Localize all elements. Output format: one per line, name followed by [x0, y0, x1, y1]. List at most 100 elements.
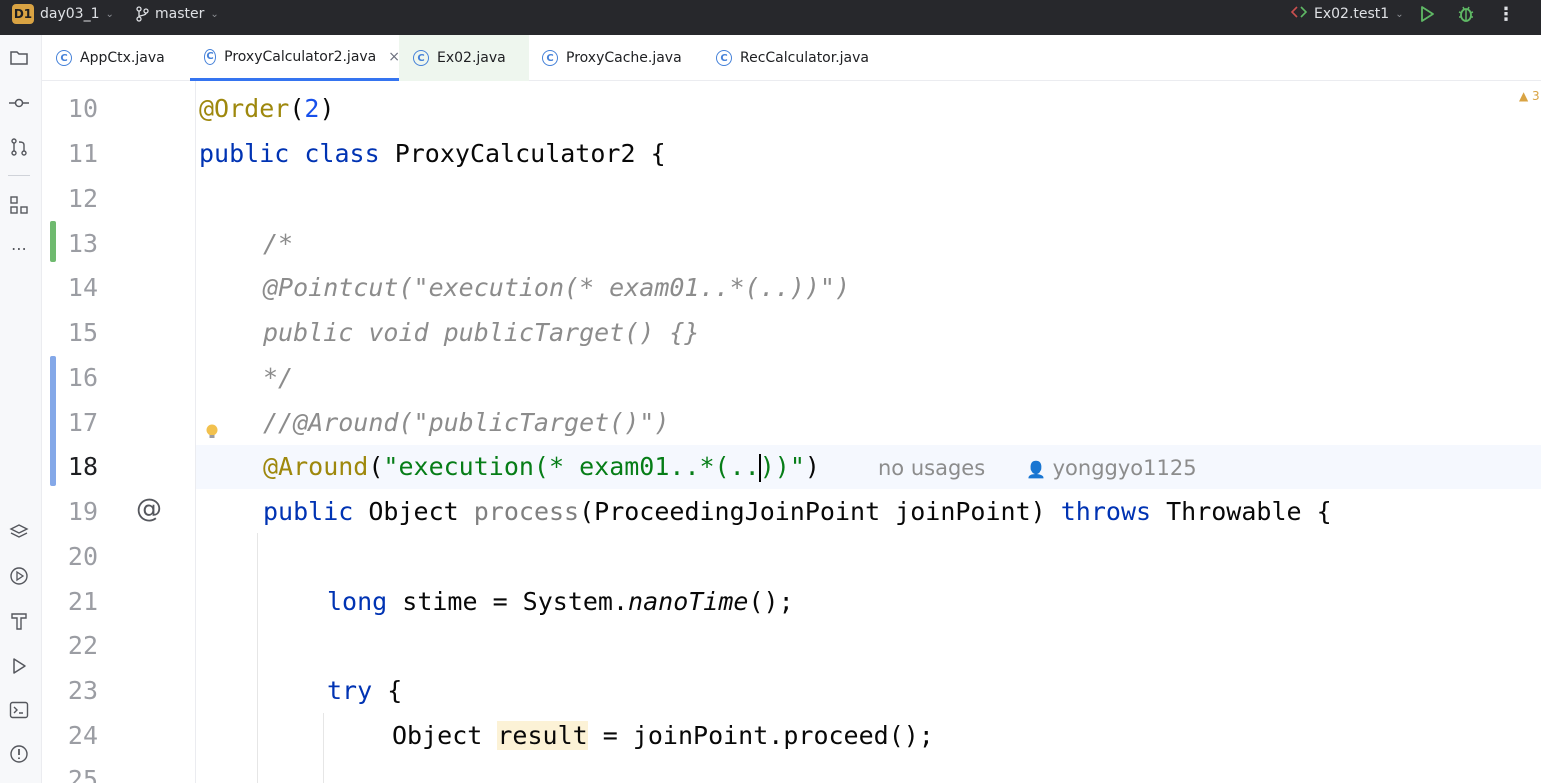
branch-selector[interactable]: master ⌄ — [135, 0, 219, 28]
class-icon: C — [542, 50, 558, 66]
user-icon: 👤 — [1026, 460, 1046, 479]
highlighted-variable: result — [497, 721, 588, 750]
line-number[interactable]: 16 — [42, 363, 98, 392]
pull-requests-icon[interactable] — [8, 136, 30, 158]
line-number[interactable]: 15 — [42, 318, 98, 347]
line-number[interactable]: 25 — [42, 765, 98, 783]
folder-icon[interactable] — [8, 47, 30, 69]
line-number[interactable]: 10 — [42, 94, 98, 123]
paren: ) — [804, 452, 820, 481]
more-vertical-icon[interactable]: ⋮ — [1497, 0, 1515, 28]
statement: = joinPoint.proceed(); — [587, 721, 934, 750]
build-icon[interactable] — [8, 610, 30, 632]
code-line-21: long stime = System.nanoTime(); — [327, 587, 794, 616]
paren: ( — [289, 94, 305, 123]
line-number[interactable]: 17 — [42, 408, 98, 437]
tab-appctx[interactable]: C AppCtx.java — [56, 35, 165, 81]
code-line-19: public Object process(ProceedingJoinPoin… — [263, 497, 1332, 526]
debug-icon[interactable] — [1456, 0, 1476, 28]
tab-label: RecCalculator.java — [740, 50, 870, 66]
annotation: @Order — [199, 94, 290, 123]
code-line-16: */ — [263, 363, 294, 392]
run-config-selector[interactable]: Ex02.test1 ⌄ — [1290, 0, 1404, 28]
line-number[interactable]: 23 — [42, 676, 98, 705]
problems-icon[interactable] — [8, 743, 30, 765]
tab-label: ProxyCache.java — [566, 50, 682, 66]
line-number-current[interactable]: 18 — [42, 452, 98, 481]
line-number[interactable]: 14 — [42, 273, 98, 302]
chevron-down-icon: ⌄ — [210, 8, 219, 20]
branch-icon — [135, 6, 149, 22]
type: Object — [392, 721, 498, 750]
tab-label: ProxyCalculator2.java — [224, 48, 377, 65]
keyword: class — [304, 139, 380, 168]
code-editor[interactable]: ▲ 3 10 11 12 13 14 15 16 17 18 19 20 21 … — [42, 81, 1541, 783]
run-config-icon — [1290, 5, 1308, 23]
gutter-divider — [195, 81, 196, 783]
editor-tab-bar: C AppCtx.java C ProxyCalculator2.java × … — [42, 35, 1541, 81]
annotation: @Around — [263, 452, 369, 481]
terminal-icon[interactable] — [8, 699, 30, 721]
code-line-10: @Order(2) — [199, 94, 335, 123]
structure-icon[interactable] — [8, 194, 30, 216]
line-number[interactable]: 24 — [42, 721, 98, 750]
warning-indicator[interactable]: ▲ 3 — [1519, 89, 1540, 103]
chevron-down-icon: ⌄ — [1395, 8, 1404, 20]
project-name: day03_1 — [40, 6, 100, 22]
tab-reccalculator[interactable]: C RecCalculator.java — [716, 35, 869, 81]
line-number[interactable]: 12 — [42, 184, 98, 213]
string-literal: ))" — [759, 452, 805, 481]
layers-icon[interactable] — [8, 521, 30, 543]
keyword: long — [327, 587, 388, 616]
aspect-advice-icon[interactable]: @ — [136, 494, 162, 524]
code-line-17: //@Around("publicTarget()") — [263, 408, 670, 437]
warning-count: 3 — [1532, 89, 1540, 103]
run-icon[interactable] — [8, 655, 30, 677]
lightbulb-icon[interactable] — [205, 418, 219, 438]
author-name: yonggyo1125 — [1052, 456, 1197, 480]
line-number[interactable]: 20 — [42, 542, 98, 571]
branch-name: master — [155, 6, 205, 22]
services-icon[interactable] — [8, 565, 30, 587]
parameters: (ProceedingJoinPoint joinPoint) — [579, 497, 1061, 526]
number: 2 — [304, 94, 320, 123]
indent-guide — [323, 713, 324, 783]
project-selector[interactable]: D1 day03_1 ⌄ — [12, 0, 114, 28]
title-bar: D1 day03_1 ⌄ master ⌄ Ex02.test1 ⌄ ⋮ — [0, 0, 1541, 35]
line-number[interactable]: 13 — [42, 229, 98, 258]
line-number[interactable]: 19 — [42, 497, 98, 526]
statement: (); — [748, 587, 794, 616]
line-number[interactable]: 21 — [42, 587, 98, 616]
exception-type: Throwable { — [1151, 497, 1332, 526]
tab-ex02[interactable]: C Ex02.java — [399, 35, 529, 81]
keyword: public — [263, 497, 354, 526]
tab-proxycache[interactable]: C ProxyCache.java — [542, 35, 682, 81]
run-config-name: Ex02.test1 — [1314, 6, 1390, 22]
paren: ) — [319, 94, 335, 123]
keyword: try — [327, 676, 373, 705]
more-horizontal-icon[interactable]: ⋯ — [8, 237, 30, 259]
code-line-14: @Pointcut("execution(* exam01..*(..))") — [263, 273, 850, 302]
tool-window-strip: ⋯ — [0, 35, 42, 783]
code-line-13: /* — [263, 229, 294, 258]
class-declaration: ProxyCalculator2 { — [379, 139, 666, 168]
code-line-23: try { — [327, 676, 402, 705]
class-icon: C — [56, 50, 72, 66]
commit-icon[interactable] — [8, 92, 30, 114]
toolstrip-divider — [8, 175, 30, 176]
class-icon: C — [413, 50, 429, 66]
paren: ( — [368, 452, 384, 481]
keyword: throws — [1060, 497, 1152, 526]
line-number[interactable]: 11 — [42, 139, 98, 168]
brace: { — [372, 676, 403, 705]
run-icon[interactable] — [1418, 0, 1436, 28]
tab-label: Ex02.java — [437, 50, 506, 66]
usages-hint[interactable]: no usages — [878, 456, 985, 480]
class-icon: C — [716, 50, 732, 66]
string-literal: "execution(* exam01..*(.. — [383, 452, 760, 481]
tab-proxycalculator2[interactable]: C ProxyCalculator2.java × — [190, 35, 400, 81]
line-number[interactable]: 22 — [42, 631, 98, 660]
tab-label: AppCtx.java — [80, 50, 165, 66]
author-hint[interactable]: 👤 yonggyo1125 — [1026, 456, 1197, 480]
code-line-24: Object result = joinPoint.proceed(); — [392, 721, 934, 750]
